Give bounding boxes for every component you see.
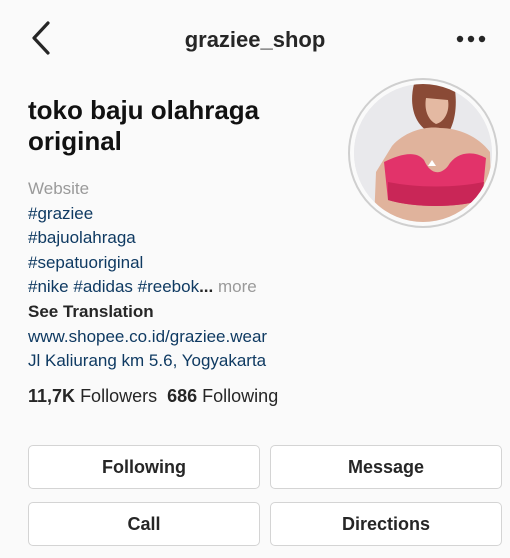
followers-label: Followers: [80, 386, 158, 406]
avatar[interactable]: [354, 84, 492, 222]
bio-hashtags[interactable]: #nike #adidas #reebok: [28, 277, 199, 296]
bio-hashtag-line[interactable]: #bajuolahraga: [28, 226, 348, 251]
profile-stats: 11,7K Followers 686 Following: [28, 386, 278, 407]
following-button[interactable]: Following: [28, 445, 260, 489]
bio-hashtag-line[interactable]: #sepatuoriginal: [28, 251, 348, 276]
profile-category: Website: [28, 179, 90, 198]
following-stat[interactable]: 686 Following: [167, 386, 278, 406]
following-label: Following: [202, 386, 279, 406]
more-horizontal-icon: [456, 35, 486, 43]
profile-website-link[interactable]: www.shopee.co.id/graziee.wear: [28, 325, 348, 350]
message-button[interactable]: Message: [270, 445, 502, 489]
see-translation-link[interactable]: See Translation: [28, 300, 348, 325]
directions-button[interactable]: Directions: [270, 502, 502, 546]
bio-hashtag-line[interactable]: #graziee: [28, 202, 348, 227]
followers-count: 11,7K: [28, 386, 76, 406]
profile-bio: toko baju olahraga original Website #gra…: [28, 95, 348, 374]
profile-address-link[interactable]: Jl Kaliurang km 5.6, Yogyakarta: [28, 349, 348, 374]
bio-ellipsis: ...: [199, 277, 214, 297]
avatar-photo-icon: [354, 84, 492, 222]
followers-stat[interactable]: 11,7K Followers: [28, 386, 157, 406]
bio-truncated-line: #nike #adidas #reebok... more: [28, 275, 348, 300]
avatar-ring[interactable]: [348, 78, 498, 228]
bio-more-link[interactable]: more: [218, 277, 257, 296]
following-count: 686: [167, 386, 198, 406]
profile-display-name: toko baju olahraga original: [28, 95, 260, 156]
call-button[interactable]: Call: [28, 502, 260, 546]
profile-username: graziee_shop: [184, 27, 326, 52]
top-bar: graziee_shop: [0, 0, 510, 78]
more-options-button[interactable]: [454, 26, 488, 52]
